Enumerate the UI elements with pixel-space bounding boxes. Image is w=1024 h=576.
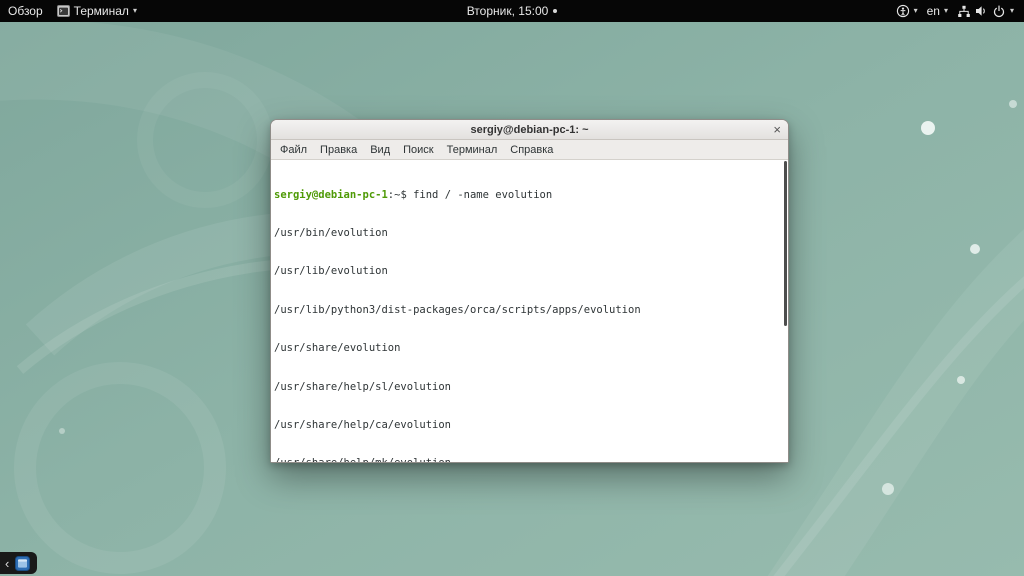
- app-menu[interactable]: Терминал ▾: [57, 0, 137, 22]
- terminal-output-line: /usr/share/help/ca/evolution: [274, 419, 780, 432]
- chevron-down-icon: ▾: [914, 7, 918, 15]
- prompt-user: sergiy@debian-pc-1: [274, 189, 388, 201]
- terminal-output-line: /usr/share/help/mk/evolution: [274, 457, 780, 462]
- menu-help[interactable]: Справка: [510, 144, 553, 156]
- window-list-dock: ‹: [0, 552, 37, 574]
- chevron-down-icon: ▾: [944, 7, 948, 15]
- chevron-down-icon: ▾: [1010, 7, 1014, 15]
- network-icon: [957, 5, 971, 18]
- menu-edit[interactable]: Правка: [320, 144, 357, 156]
- menu-terminal[interactable]: Терминал: [447, 144, 498, 156]
- terminal-output-line: /usr/share/evolution: [274, 342, 780, 355]
- terminal-output-line: /usr/share/help/sl/evolution: [274, 381, 780, 394]
- menu-search[interactable]: Поиск: [403, 144, 433, 156]
- menu-file[interactable]: Файл: [280, 144, 307, 156]
- terminal-command: find / -name evolution: [413, 189, 552, 201]
- power-icon: [992, 4, 1006, 18]
- window-menubar: Файл Правка Вид Поиск Терминал Справка: [271, 140, 788, 160]
- top-bar: Обзор Терминал ▾ Вторник, 15:00: [0, 0, 1024, 22]
- desktop: Обзор Терминал ▾ Вторник, 15:00: [0, 0, 1024, 576]
- chevron-left-icon[interactable]: ‹: [5, 557, 9, 570]
- window-title: sergiy@debian-pc-1: ~: [470, 124, 588, 136]
- terminal-icon: [57, 5, 70, 17]
- keyboard-layout-label: en: [927, 4, 940, 18]
- terminal-scrollbar[interactable]: [784, 161, 787, 326]
- volume-icon: [975, 4, 988, 18]
- clock-menu-button[interactable]: Вторник, 15:00: [467, 4, 558, 18]
- terminal-window: sergiy@debian-pc-1: ~ × Файл Правка Вид …: [270, 119, 789, 463]
- keyboard-layout-menu[interactable]: en ▾: [927, 0, 948, 22]
- menu-view[interactable]: Вид: [370, 144, 390, 156]
- prompt-tail: :~$: [388, 189, 413, 201]
- app-menu-label: Терминал: [74, 4, 129, 18]
- clock-label: Вторник, 15:00: [467, 4, 549, 18]
- terminal-content[interactable]: sergiy@debian-pc-1:~$ find / -name evolu…: [271, 160, 788, 462]
- terminal-output-line: /usr/lib/evolution: [274, 265, 780, 278]
- activities-button[interactable]: Обзор: [8, 0, 43, 22]
- terminal-output-line: /usr/bin/evolution: [274, 227, 780, 240]
- dock-app-icon[interactable]: [15, 556, 30, 571]
- activities-label: Обзор: [8, 4, 43, 18]
- terminal-output-line: /usr/lib/python3/dist-packages/orca/scri…: [274, 304, 780, 317]
- accessibility-icon: [896, 4, 910, 18]
- terminal-prompt-line: sergiy@debian-pc-1:~$ find / -name evolu…: [274, 189, 780, 202]
- accessibility-menu[interactable]: ▾: [896, 0, 918, 22]
- close-button[interactable]: ×: [773, 120, 781, 139]
- window-titlebar[interactable]: sergiy@debian-pc-1: ~ ×: [271, 120, 788, 140]
- chevron-down-icon: ▾: [133, 7, 137, 15]
- notification-dot: [553, 9, 557, 13]
- system-menu[interactable]: ▾: [957, 0, 1014, 22]
